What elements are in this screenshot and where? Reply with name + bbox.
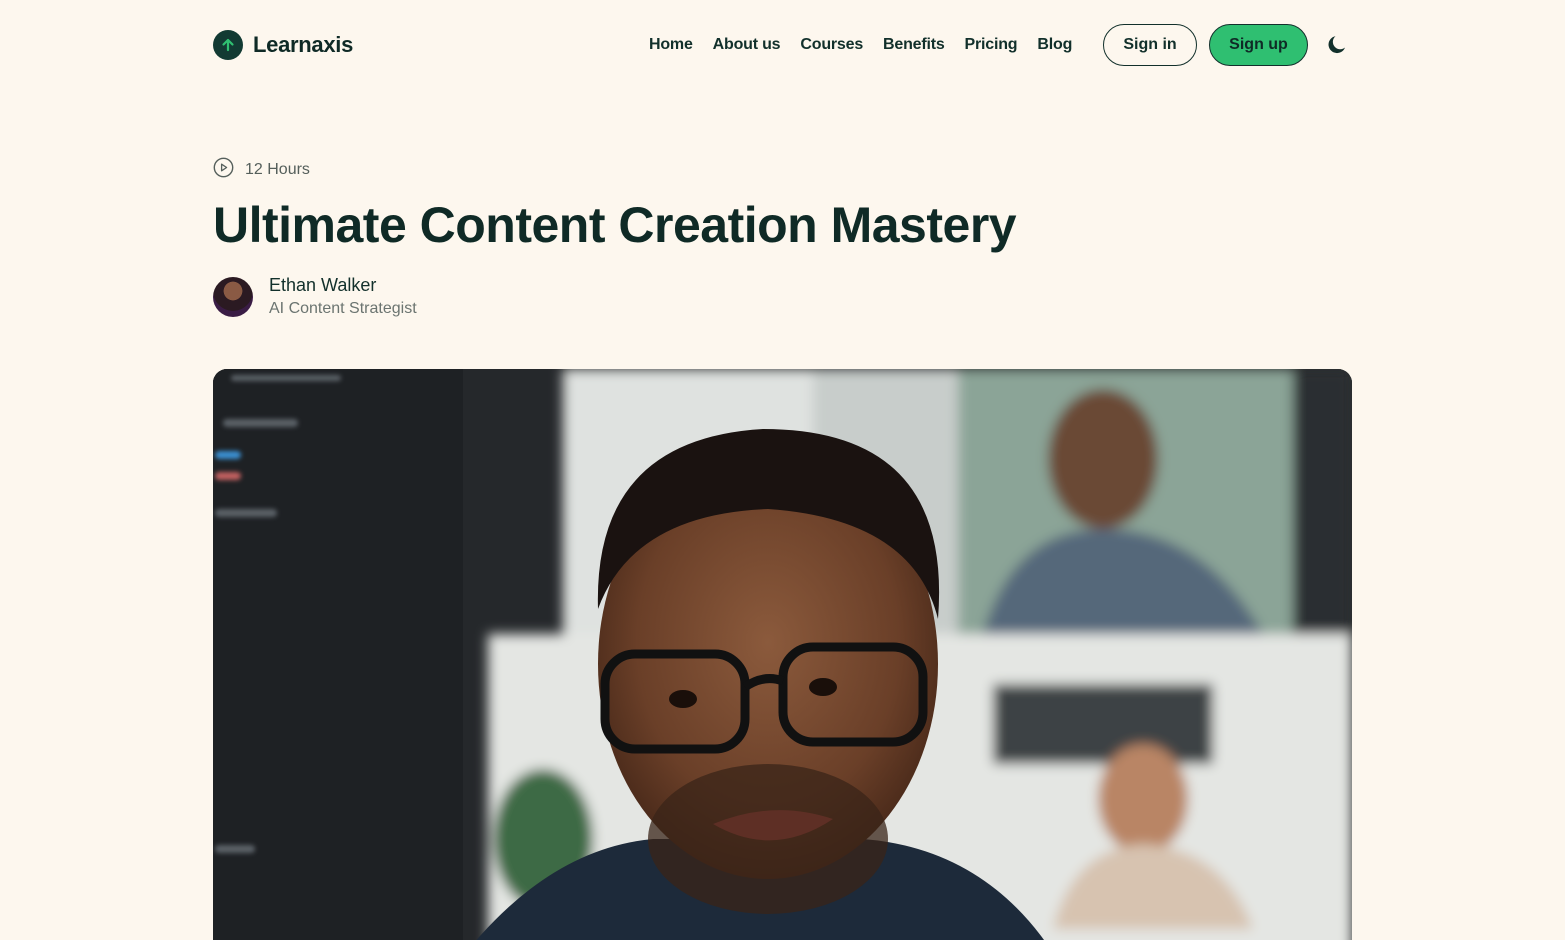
nav-link-blog[interactable]: Blog [1037, 36, 1072, 54]
main-nav: Home About us Courses Benefits Pricing B… [649, 33, 1072, 57]
author-role: AI Content Strategist [269, 300, 417, 317]
course-title: Ultimate Content Creation Mastery [213, 197, 1017, 253]
nav-link-pricing[interactable]: Pricing [965, 36, 1018, 54]
sign-up-button[interactable]: Sign up [1209, 24, 1308, 66]
nav-link-about[interactable]: About us [713, 36, 781, 54]
sign-in-button[interactable]: Sign in [1103, 24, 1197, 66]
nav-link-home[interactable]: Home [649, 36, 693, 54]
site-header: Learnaxis Home About us Courses Benefits… [0, 0, 1565, 90]
author-info: Ethan Walker AI Content Strategist [213, 275, 417, 318]
play-circle-icon [213, 157, 234, 183]
author-avatar [213, 276, 253, 317]
moon-icon[interactable] [1324, 32, 1350, 58]
author-name: Ethan Walker [269, 275, 377, 295]
course-duration: 12 Hours [213, 157, 310, 183]
course-hero-image [213, 369, 1352, 940]
arrow-up-icon [213, 30, 243, 60]
brand-name: Learnaxis [253, 32, 354, 57]
brand-logo[interactable]: Learnaxis [213, 30, 353, 60]
nav-link-courses[interactable]: Courses [800, 36, 863, 54]
nav-link-benefits[interactable]: Benefits [883, 36, 945, 54]
duration-label: 12 Hours [245, 161, 310, 178]
